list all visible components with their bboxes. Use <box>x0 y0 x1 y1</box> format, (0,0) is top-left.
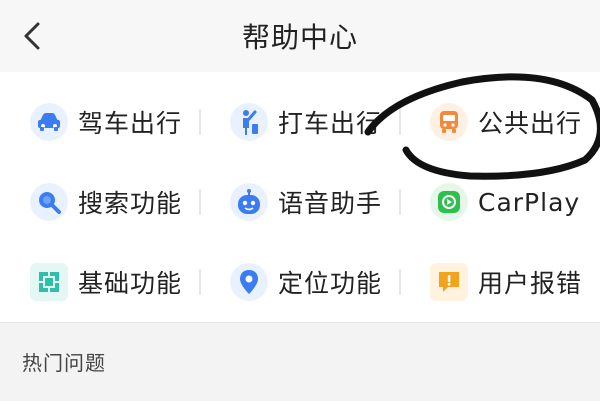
category-label: 用户报错 <box>478 269 583 298</box>
person-hailing-icon <box>230 103 268 141</box>
category-voice-assistant[interactable]: 语音助手 <box>200 162 400 242</box>
location-pin-icon <box>230 263 268 301</box>
category-location[interactable]: 定位功能 <box>200 242 400 322</box>
search-icon <box>30 183 68 221</box>
hot-questions-section: 热门问题 <box>0 322 600 401</box>
category-search[interactable]: 搜索功能 <box>0 162 200 242</box>
category-taxi[interactable]: 打车出行 <box>200 82 400 162</box>
category-label: CarPlay <box>478 187 581 217</box>
category-drive[interactable]: 驾车出行 <box>0 82 200 162</box>
car-icon <box>30 103 68 141</box>
category-label: 公共出行 <box>478 109 583 138</box>
category-label: 搜索功能 <box>78 189 183 218</box>
bus-icon <box>430 103 468 141</box>
category-label: 基础功能 <box>78 269 183 298</box>
basic-functions-icon <box>30 263 68 301</box>
report-error-icon <box>430 263 468 301</box>
category-carplay[interactable]: CarPlay <box>400 162 600 242</box>
help-category-grid: 驾车出行 打车出行 公共出行 搜索功能 语音助手 CarPlay 基础功能 定位… <box>0 82 600 322</box>
voice-assistant-robot-icon <box>230 183 268 221</box>
category-public-transit[interactable]: 公共出行 <box>400 82 600 162</box>
header-bar: 帮助中心 <box>0 0 600 72</box>
section-title: 热门问题 <box>22 351 106 375</box>
category-label: 驾车出行 <box>78 109 183 138</box>
category-label: 定位功能 <box>278 269 383 298</box>
category-label: 语音助手 <box>278 189 383 218</box>
carplay-icon <box>430 183 468 221</box>
category-label: 打车出行 <box>278 109 383 138</box>
category-basic-functions[interactable]: 基础功能 <box>0 242 200 322</box>
category-report-error[interactable]: 用户报错 <box>400 242 600 322</box>
page-title: 帮助中心 <box>241 21 358 54</box>
